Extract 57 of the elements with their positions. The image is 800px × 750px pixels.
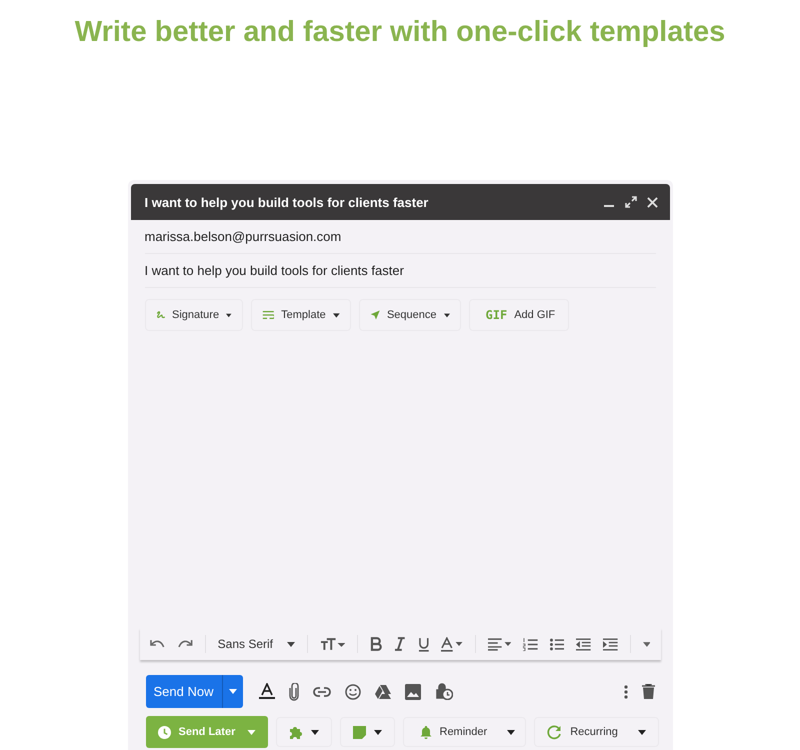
sticky-note-icon [352,726,366,738]
redo-icon[interactable] [177,639,193,649]
drive-icon[interactable] [374,684,390,698]
addon-button[interactable]: GIF Add GIF [468,299,568,331]
emoji-icon[interactable] [344,684,360,700]
paper-plane-icon [370,308,380,322]
text-format-icon[interactable] [258,683,274,700]
caret-icon [374,730,382,734]
trash-icon[interactable] [642,684,654,699]
indent-icon[interactable] [603,638,618,650]
caret-icon [228,689,236,694]
caret-icon [226,312,232,318]
paperclip-icon[interactable] [288,682,298,700]
subject-field[interactable]: I want to help you build tools for clients faster [144,254,656,288]
bulleted-list-icon[interactable] [550,638,564,650]
caret-icon [638,730,646,734]
more-options-icon[interactable] [624,684,628,698]
undo-icon[interactable] [150,639,166,649]
addon-button[interactable]: Template [250,299,350,331]
refresh-icon [547,724,562,740]
link-icon[interactable] [312,686,330,696]
bell-icon [420,726,432,738]
send-options-button[interactable] [222,675,242,708]
headline: Write better and faster with one-click templates [74,16,726,50]
caret-icon [444,312,450,318]
close-icon[interactable] [646,196,658,208]
gif-icon: GIF [486,308,508,322]
caret-icon [310,730,318,734]
toolbar-button[interactable]: Recurring [534,717,659,747]
toolbar-button[interactable] [340,717,394,747]
window-title: I want to help you build tools for clients faster [144,194,430,210]
lock-clock-icon[interactable] [434,683,452,700]
font-dropdown[interactable]: Sans Serif [218,637,296,651]
recipient-field[interactable]: marissa.belson@purrsuasion.com [144,220,656,254]
clock-icon [158,726,170,738]
caret-icon [287,642,296,646]
more-caret-icon[interactable] [642,642,650,646]
align-icon[interactable] [488,638,512,650]
bold-icon[interactable] [370,637,382,651]
image-icon[interactable] [404,684,420,700]
send-now-button[interactable]: Send Now [146,675,222,708]
outdent-icon[interactable] [576,638,592,650]
toolbar-button[interactable]: Reminder [402,717,526,747]
text-size-icon[interactable] [320,638,346,650]
underline-icon[interactable] [418,636,430,652]
toolbar-button[interactable] [276,717,332,747]
puzzle-icon [288,725,302,739]
numbered-list-icon[interactable] [523,638,538,650]
addon-button[interactable]: Signature [144,299,242,331]
lines-icon [262,309,274,321]
expand-icon[interactable] [624,196,636,208]
caret-icon [507,730,516,734]
caret-icon [332,312,340,318]
addon-button[interactable]: Sequence [358,299,460,331]
italic-icon[interactable] [394,637,406,651]
text-color-icon[interactable] [441,636,463,652]
caret-icon [246,730,256,734]
